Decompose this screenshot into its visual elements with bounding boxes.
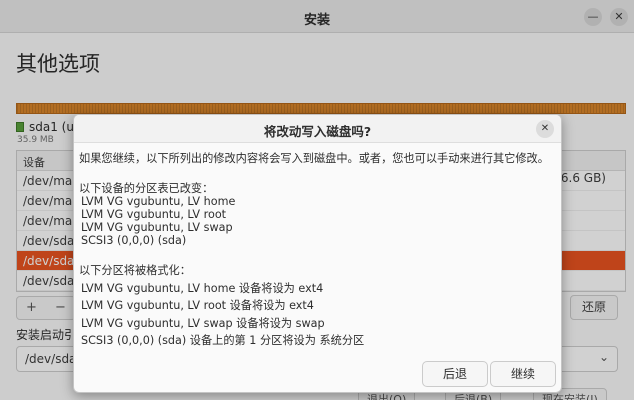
changed-table-item: SCSI3 (0,0,0) (sda) bbox=[81, 234, 187, 247]
continue-button[interactable]: 继续 bbox=[490, 361, 556, 387]
changed-table-item: LVM VG vgubuntu, LV swap bbox=[81, 221, 233, 234]
close-icon[interactable]: ✕ bbox=[536, 120, 554, 138]
changed-table-item: LVM VG vgubuntu, LV root bbox=[81, 208, 227, 221]
back-button[interactable]: 后退 bbox=[422, 361, 488, 387]
partition-tables-heading: 以下设备的分区表已改变： bbox=[79, 182, 214, 195]
dialog-intro: 如果您继续，以下所列出的修改内容将会写入到磁盘中。或者，您也可以手动来进行其它修… bbox=[79, 152, 549, 165]
changed-table-item: LVM VG vgubuntu, LV home bbox=[81, 195, 236, 208]
confirm-write-dialog: 将改动写入磁盘吗? ✕ 如果您继续，以下所列出的修改内容将会写入到磁盘中。或者，… bbox=[73, 114, 562, 393]
formatted-item: LVM VG vgubuntu, LV root 设备将设为 ext4 bbox=[81, 299, 314, 312]
dialog-header: 将改动写入磁盘吗? ✕ bbox=[74, 115, 561, 143]
formatted-heading: 以下分区将被格式化： bbox=[79, 264, 191, 277]
formatted-item: SCSI3 (0,0,0) (sda) 设备上的第 1 分区将设为 系统分区 bbox=[81, 334, 365, 347]
formatted-item: LVM VG vgubuntu, LV home 设备将设为 ext4 bbox=[81, 282, 324, 295]
dialog-title: 将改动写入磁盘吗? bbox=[263, 124, 372, 139]
formatted-item: LVM VG vgubuntu, LV swap 设备将设为 swap bbox=[81, 317, 325, 330]
